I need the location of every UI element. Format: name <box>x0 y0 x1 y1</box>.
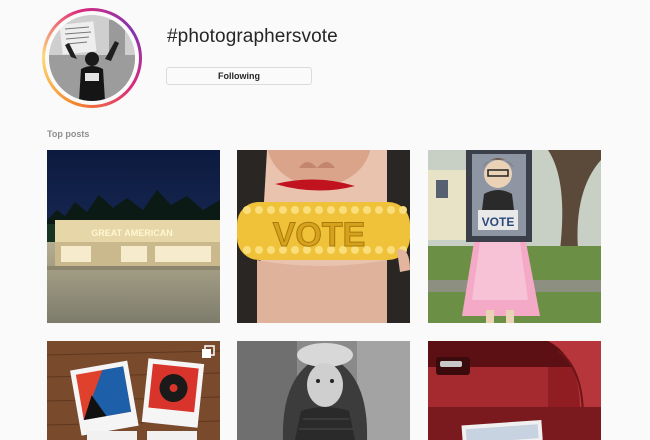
post-image-polaroids <box>47 341 220 440</box>
following-button[interactable]: Following <box>166 67 312 85</box>
avatar-border <box>45 11 139 105</box>
post-image-girl: VOTE <box>428 150 601 323</box>
post-image-child <box>237 341 410 440</box>
post-tile-great-american[interactable]: GREAT AMERICAN <box>47 150 220 323</box>
post-image-storefront: GREAT AMERICAN <box>47 150 220 323</box>
post-tile-child-portrait[interactable] <box>237 341 410 440</box>
storefront-sign-text: GREAT AMERICAN <box>91 228 173 238</box>
post-tile-polaroids[interactable] <box>47 341 220 440</box>
hashtag-title: #photographersvote <box>167 26 338 47</box>
post-tile-car-interior[interactable] <box>428 341 601 440</box>
corn-carved-text: VOTE <box>273 216 366 254</box>
post-image-car <box>428 341 601 440</box>
post-image-corn: VOTE <box>237 150 410 323</box>
avatar-photo <box>49 15 135 101</box>
post-tile-girl-sign[interactable]: VOTE <box>428 150 601 323</box>
sign-vote-text: VOTE <box>482 215 515 229</box>
top-posts-label: Top posts <box>47 129 90 139</box>
post-tile-corn-vote[interactable]: VOTE <box>237 150 410 323</box>
hashtag-avatar[interactable] <box>42 8 142 108</box>
avatar-image <box>49 15 135 101</box>
